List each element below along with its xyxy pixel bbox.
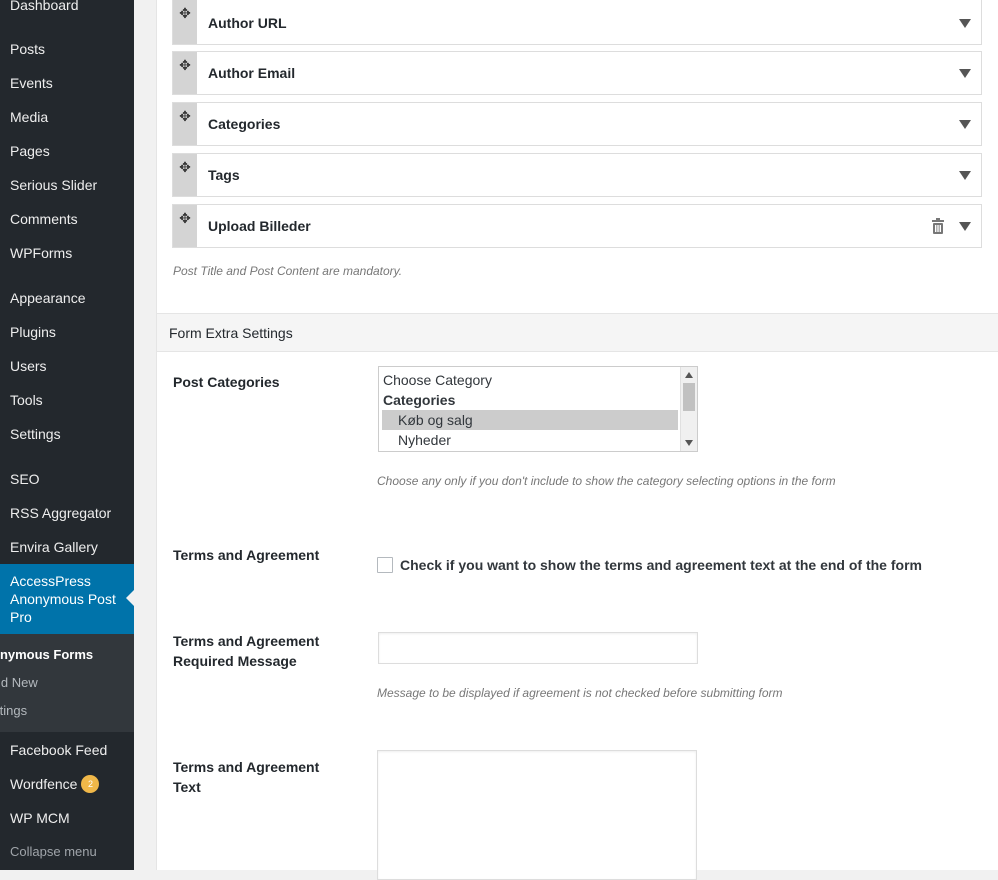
menu-wpforms[interactable]: WPForms xyxy=(0,236,134,270)
terms-message-help: Message to be displayed if agreement is … xyxy=(377,686,783,700)
caret-down-icon[interactable] xyxy=(959,171,971,180)
menu-events[interactable]: Events xyxy=(0,66,134,100)
select-scrollbar[interactable] xyxy=(680,367,697,451)
field-label: Tags xyxy=(208,167,240,183)
select-option[interactable]: Nyheder xyxy=(382,430,678,450)
section-title: Form Extra Settings xyxy=(169,325,293,341)
drag-handle-icon[interactable]: ✥ xyxy=(173,205,197,247)
menu-label: WPForms xyxy=(10,245,73,261)
select-option-selected[interactable]: Køb og salg xyxy=(382,410,678,430)
menu-wp-mcm[interactable]: WP MCM xyxy=(0,801,134,835)
scroll-thumb[interactable] xyxy=(683,383,695,411)
menu-comments[interactable]: Comments xyxy=(0,202,134,236)
mandatory-note: Post Title and Post Content are mandator… xyxy=(173,264,403,278)
field-row-categories[interactable]: ✥ Categories xyxy=(172,102,982,146)
post-categories-help: Choose any only if you don't include to … xyxy=(377,474,836,488)
menu-label: Pages xyxy=(10,143,50,159)
menu-settings[interactable]: Settings xyxy=(0,417,134,451)
menu-accesspress-anonymous-post-pro[interactable]: AccessPress Anonymous Post Pro xyxy=(0,564,134,634)
terms-text-textarea[interactable] xyxy=(377,750,697,880)
admin-sidebar: Dashboard Posts Events Media Pages Serio… xyxy=(0,0,134,870)
menu-label: Wordfence xyxy=(10,776,78,792)
scroll-down-icon[interactable] xyxy=(685,440,693,446)
menu-pages[interactable]: Pages xyxy=(0,134,134,168)
menu-rss-aggregator[interactable]: RSS Aggregator xyxy=(0,496,134,530)
select-optgroup-label: Categories xyxy=(383,392,456,408)
field-label: Author URL xyxy=(208,15,287,31)
menu-label: Appearance xyxy=(10,290,86,306)
menu-label: Serious Slider xyxy=(10,177,98,193)
drag-handle-icon[interactable]: ✥ xyxy=(173,52,197,94)
menu-serious-slider[interactable]: Serious Slider xyxy=(0,168,134,202)
menu-label: Plugins xyxy=(10,324,56,340)
menu-label: RSS Aggregator xyxy=(10,505,112,521)
post-categories-label: Post Categories xyxy=(173,374,280,390)
menu-tools[interactable]: Tools xyxy=(0,383,134,417)
caret-down-icon[interactable] xyxy=(959,69,971,78)
field-label: Author Email xyxy=(208,65,296,81)
menu-dashboard[interactable]: Dashboard xyxy=(0,0,134,22)
select-option[interactable]: Choose Category xyxy=(383,370,492,390)
field-label: Upload Billeder xyxy=(208,218,311,234)
menu-seo[interactable]: SEO xyxy=(0,462,134,496)
field-row-tags[interactable]: ✥ Tags xyxy=(172,153,982,197)
menu-label: Media xyxy=(10,109,49,125)
menu-appearance[interactable]: Appearance xyxy=(0,281,134,315)
terms-agreement-checkbox[interactable] xyxy=(377,557,393,573)
caret-down-icon[interactable] xyxy=(959,222,971,231)
caret-down-icon[interactable] xyxy=(959,19,971,28)
scroll-up-icon[interactable] xyxy=(685,372,693,378)
terms-agreement-checkbox-label[interactable]: Check if you want to show the terms and … xyxy=(400,557,922,573)
field-row-author-email[interactable]: ✥ Author Email xyxy=(172,51,982,95)
field-label: Categories xyxy=(208,116,281,132)
menu-label: Users xyxy=(10,358,47,374)
caret-down-icon[interactable] xyxy=(959,120,971,129)
submenu-anonymous-forms[interactable]: onymous Forms xyxy=(0,641,93,669)
submenu-settings[interactable]: ttings xyxy=(0,697,27,725)
menu-label: Events xyxy=(10,75,53,91)
drag-handle-icon[interactable]: ✥ xyxy=(173,103,197,145)
drag-handle-icon[interactable]: ✥ xyxy=(173,154,197,196)
menu-envira-gallery[interactable]: Envira Gallery xyxy=(0,530,134,564)
drag-handle-icon[interactable]: ✥ xyxy=(173,0,197,44)
menu-label: Posts xyxy=(10,41,46,57)
menu-label: SEO xyxy=(10,471,40,487)
post-categories-select[interactable]: Choose Category Categories Køb og salg N… xyxy=(378,366,698,452)
menu-posts[interactable]: Posts xyxy=(0,32,134,66)
terms-agreement-label: Terms and Agreement xyxy=(173,547,320,563)
menu-label: Envira Gallery xyxy=(10,539,98,555)
menu-label: WP MCM xyxy=(10,810,70,826)
menu-wordfence[interactable]: Wordfence 2 xyxy=(0,767,134,801)
menu-label: Collapse menu xyxy=(10,844,97,859)
notification-badge: 2 xyxy=(81,775,100,794)
trash-icon[interactable] xyxy=(931,218,945,234)
terms-message-input[interactable] xyxy=(378,632,698,664)
form-settings-panel: ✥ Author URL ✥ Author Email ✥ Categories… xyxy=(156,0,998,880)
menu-label: AccessPress Anonymous Post Pro xyxy=(10,573,116,625)
menu-label: Comments xyxy=(10,211,78,227)
field-row-upload-billeder[interactable]: ✥ Upload Billeder xyxy=(172,204,982,248)
submenu-add-new[interactable]: ld New xyxy=(0,669,38,697)
collapse-menu-button[interactable]: Collapse menu xyxy=(0,835,134,869)
terms-text-label: Terms and Agreement Text xyxy=(173,759,320,795)
menu-plugins[interactable]: Plugins xyxy=(0,315,134,349)
terms-message-label: Terms and Agreement Required Message xyxy=(173,633,320,669)
section-header: Form Extra Settings xyxy=(157,313,998,352)
menu-label: Facebook Feed xyxy=(10,742,108,758)
field-row-author-url[interactable]: ✥ Author URL xyxy=(172,0,982,45)
menu-label: Dashboard xyxy=(10,0,79,13)
menu-facebook-feed[interactable]: Facebook Feed xyxy=(0,733,134,767)
submenu: onymous Forms ld New ttings xyxy=(0,634,134,732)
menu-users[interactable]: Users xyxy=(0,349,134,383)
menu-media[interactable]: Media xyxy=(0,100,134,134)
menu-label: Settings xyxy=(10,426,61,442)
menu-label: Tools xyxy=(10,392,43,408)
